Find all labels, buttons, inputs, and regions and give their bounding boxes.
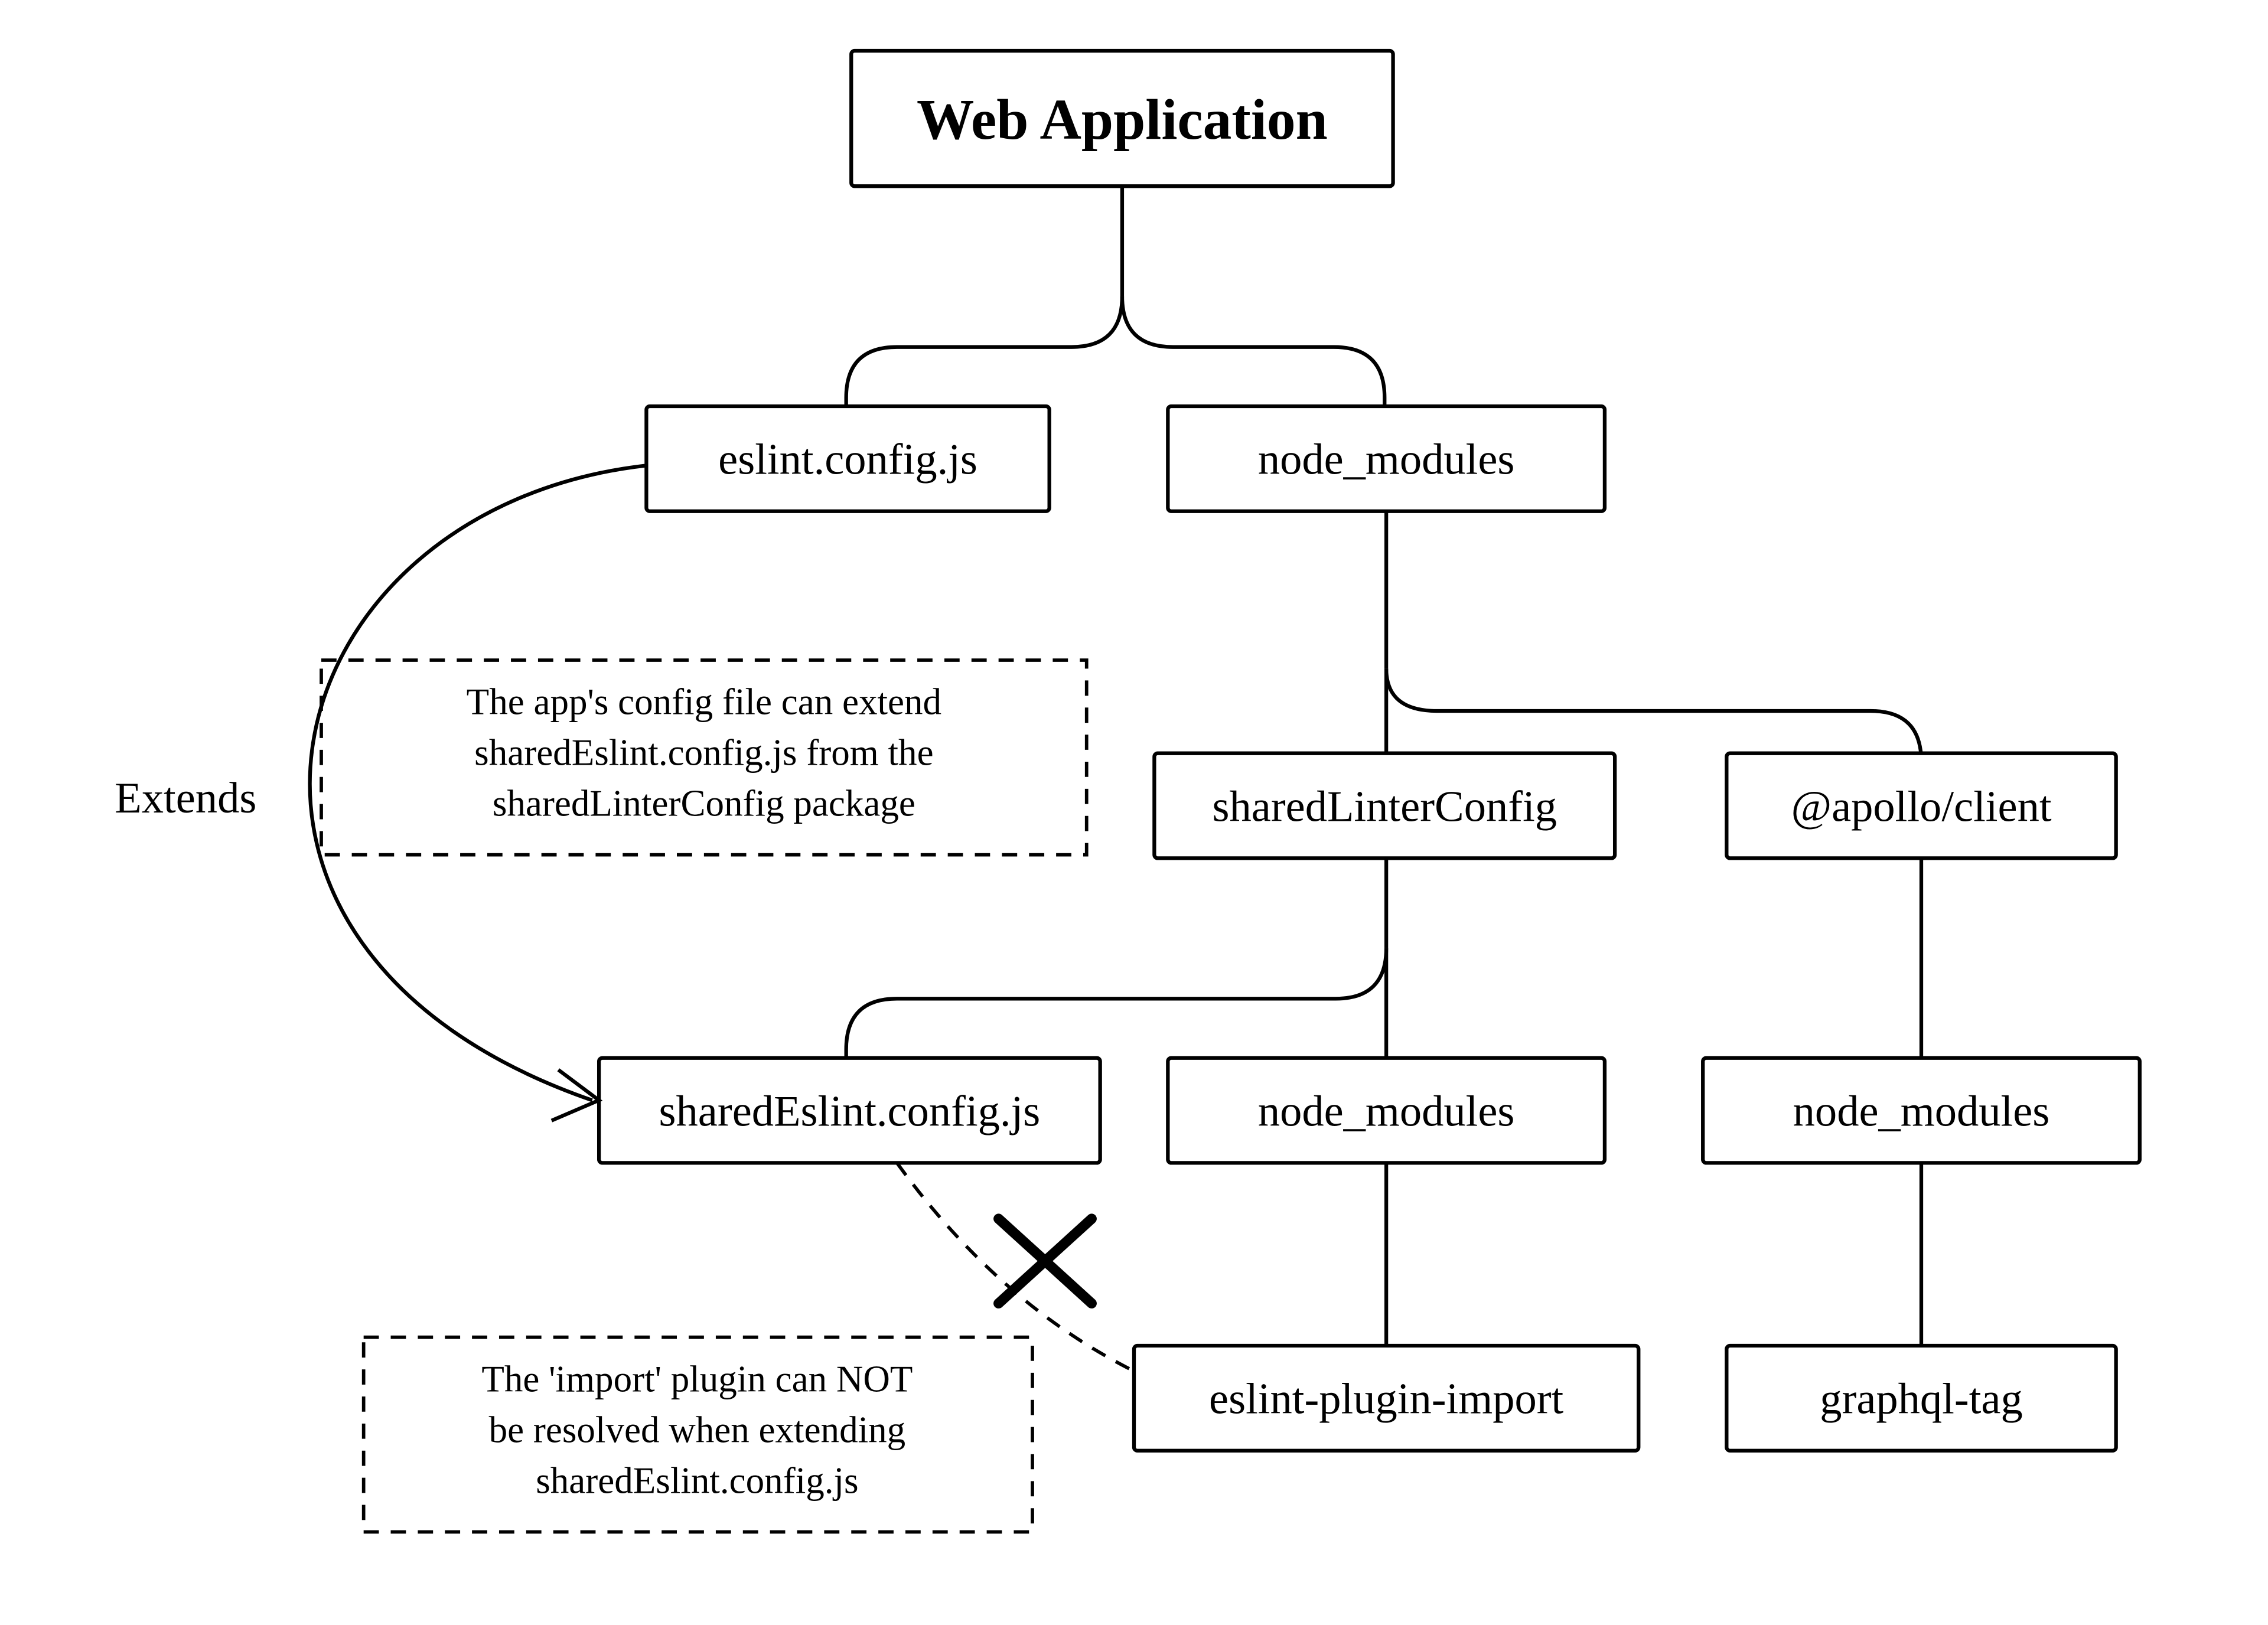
note-cannot-l1: The 'import' plugin can NOT (481, 1358, 913, 1399)
node-web-application: Web Application (851, 51, 1393, 186)
node-node-modules-slc: node_modules (1168, 1058, 1605, 1163)
note-extend-l1: The app's config file can extend (467, 681, 941, 723)
node-shared-linter-config: sharedLinterConfig (1154, 753, 1615, 859)
node-node-modules-apollo-label: node_modules (1793, 1087, 2050, 1135)
node-eslint-plugin-import: eslint-plugin-import (1134, 1346, 1638, 1451)
note-extend-l2: sharedEslint.config.js from the (474, 732, 933, 774)
edge-cannot-resolve (897, 1163, 1134, 1371)
label-extends: Extends (115, 774, 256, 823)
edge-root-to-nodemodules (1122, 296, 1384, 406)
node-shared-eslint-config-label: sharedEslint.config.js (659, 1087, 1041, 1135)
node-graphql-tag: graphql-tag (1726, 1346, 2116, 1451)
x-mark-icon (999, 1219, 1092, 1303)
edge-root-to-eslint (846, 296, 1122, 406)
node-apollo-client-label: @apollo/client (1791, 782, 2051, 831)
node-shared-eslint-config: sharedEslint.config.js (599, 1058, 1100, 1163)
note-extend: The app's config file can extend sharedE… (321, 660, 1087, 855)
node-node-modules-top-label: node_modules (1258, 436, 1515, 484)
node-node-modules-slc-label: node_modules (1258, 1087, 1515, 1135)
diagram-canvas: Web Application eslint.config.js node_mo… (0, 0, 2268, 1625)
node-graphql-tag-label: graphql-tag (1820, 1375, 2022, 1424)
node-eslint-config: eslint.config.js (646, 406, 1049, 511)
note-cannot-l3: sharedEslint.config.js (536, 1460, 858, 1501)
node-eslint-plugin-import-label: eslint-plugin-import (1209, 1375, 1563, 1424)
node-eslint-config-label: eslint.config.js (718, 436, 977, 484)
node-apollo-client: @apollo/client (1726, 753, 2116, 859)
note-extend-l3: sharedLinterConfig package (493, 783, 915, 824)
note-cannot-resolve: The 'import' plugin can NOT be resolved … (364, 1337, 1032, 1532)
node-shared-linter-config-label: sharedLinterConfig (1212, 782, 1557, 831)
node-node-modules-apollo: node_modules (1703, 1058, 2140, 1163)
node-web-application-label: Web Application (917, 88, 1328, 152)
edge-slc-to-sharedeslint (846, 948, 1386, 1058)
note-cannot-l2: be resolved when extending (489, 1409, 906, 1450)
node-node-modules-top: node_modules (1168, 406, 1605, 511)
edge-nm-to-apollo (1386, 668, 1921, 762)
